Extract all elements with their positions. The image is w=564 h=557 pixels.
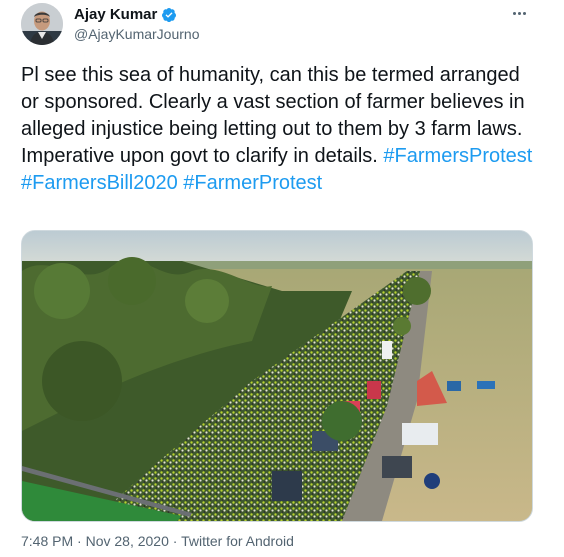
verified-badge-icon xyxy=(161,7,177,23)
meta-separator: · xyxy=(168,533,182,549)
more-dot xyxy=(518,11,521,15)
tweet-source[interactable]: Twitter for Android xyxy=(181,533,294,549)
tweet-timestamp[interactable]: 7:48 PM · Nov 28, 2020 xyxy=(21,533,169,549)
hashtag-link[interactable]: #FarmerProtest xyxy=(183,172,322,194)
tweet: Ajay Kumar @AjayKumarJourno Pl see this … xyxy=(0,0,564,557)
author-name[interactable]: Ajay Kumar xyxy=(74,6,157,23)
more-dot xyxy=(513,11,516,15)
more-horizontal-icon[interactable] xyxy=(513,6,531,20)
tweet-photo[interactable] xyxy=(21,230,533,522)
more-dot xyxy=(523,11,526,15)
avatar-image xyxy=(21,3,63,45)
hashtag-link[interactable]: #FarmersBill2020 xyxy=(21,172,178,194)
hashtag-link[interactable]: #FarmersProtest xyxy=(383,145,532,167)
tweet-meta: 7:48 PM · Nov 28, 2020 · Twitter for And… xyxy=(21,533,294,549)
tweet-text: Pl see this sea of humanity, can this be… xyxy=(21,62,541,197)
author-handle[interactable]: @AjayKumarJourno xyxy=(74,26,200,42)
aerial-crowd-photo xyxy=(22,231,532,521)
author-row: Ajay Kumar xyxy=(74,6,177,23)
avatar[interactable] xyxy=(21,3,63,45)
